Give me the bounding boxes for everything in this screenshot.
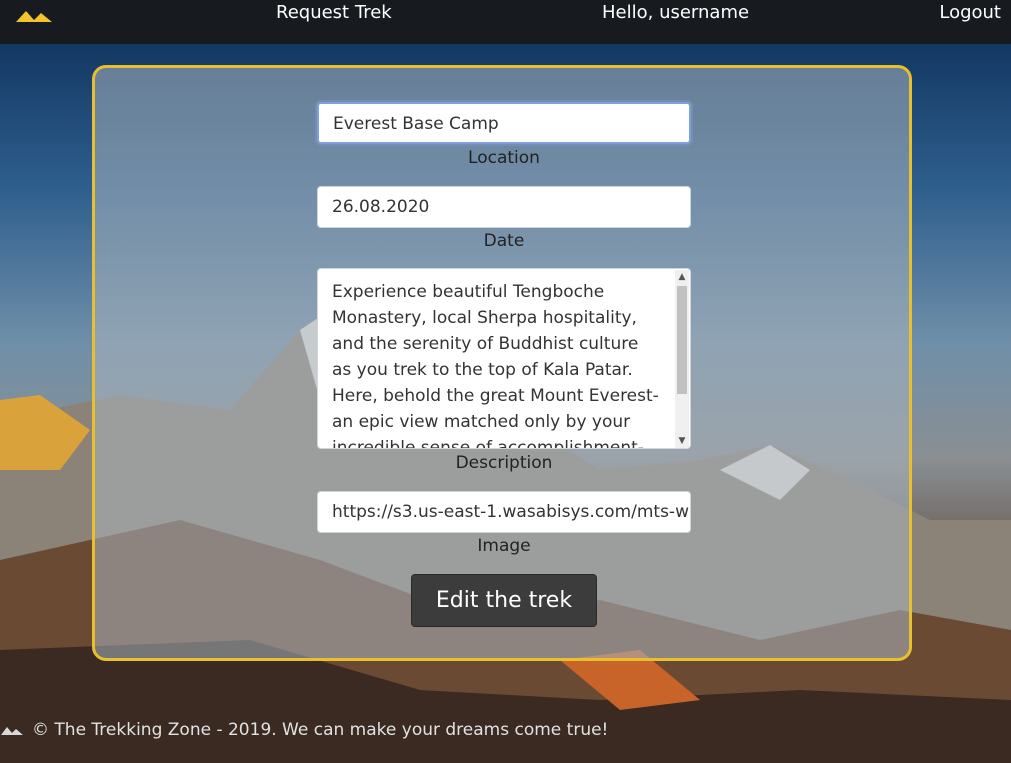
nav-logout-link[interactable]: Logout bbox=[939, 2, 1001, 23]
mountain-logo-icon[interactable] bbox=[14, 6, 54, 26]
top-navbar: Request Trek Hello, username Logout bbox=[0, 0, 1011, 44]
description-text: Experience beautiful Tengboche Monastery… bbox=[332, 282, 659, 449]
footer-copyright-text: © The Trekking Zone - 2019. We can make … bbox=[32, 720, 609, 740]
date-label: Date bbox=[483, 231, 525, 251]
mountain-logo-icon bbox=[1, 727, 23, 735]
location-label: Location bbox=[468, 148, 540, 168]
description-scrollbar[interactable]: ▲ ▼ bbox=[675, 270, 689, 448]
scroll-thumb[interactable] bbox=[677, 286, 687, 394]
footer: © The Trekking Zone - 2019. We can make … bbox=[0, 718, 700, 746]
edit-trek-button[interactable]: Edit the trek bbox=[411, 574, 597, 627]
nav-request-trek-link[interactable]: Request Trek bbox=[276, 2, 392, 23]
nav-greeting: Hello, username bbox=[602, 2, 750, 23]
date-input[interactable]: 26.08.2020 bbox=[317, 186, 691, 228]
image-label: Image bbox=[477, 536, 531, 556]
image-url-input[interactable]: https://s3.us-east-1.wasabisys.com/mts-w bbox=[317, 491, 691, 533]
scroll-down-icon[interactable]: ▼ bbox=[675, 434, 689, 448]
description-textarea[interactable]: Experience beautiful Tengboche Monastery… bbox=[317, 268, 691, 449]
description-label: Description bbox=[455, 453, 553, 473]
scroll-up-icon[interactable]: ▲ bbox=[675, 270, 689, 284]
location-input[interactable]: Everest Base Camp bbox=[317, 102, 691, 144]
